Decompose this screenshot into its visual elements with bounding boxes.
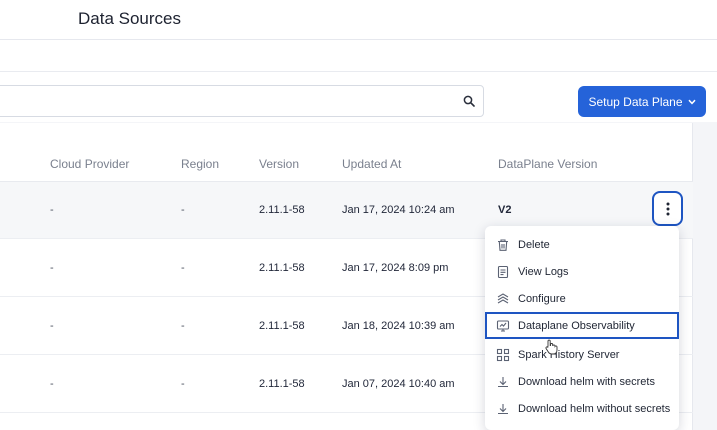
menu-item-dataplane-observability[interactable]: Dataplane Observability <box>485 312 679 339</box>
setup-data-plane-button[interactable]: Setup Data Plane <box>578 86 706 117</box>
menu-item-label: View Logs <box>518 265 569 278</box>
page-title: Data Sources <box>78 9 181 28</box>
menu-item-label: Configure <box>518 292 566 305</box>
chevron-down-icon <box>687 99 696 104</box>
cell-region: - <box>181 262 185 274</box>
menu-item-label: Dataplane Observability <box>518 319 635 332</box>
search-box[interactable] <box>0 85 484 117</box>
cell-updated-at: Jan 18, 2024 10:39 am <box>342 320 455 332</box>
cell-dataplane-version: V2 <box>498 204 512 216</box>
cell-version: 2.11.1-58 <box>259 320 305 332</box>
search-icon[interactable] <box>463 95 475 107</box>
search-input[interactable] <box>5 86 445 116</box>
menu-item-delete[interactable]: Delete <box>485 231 679 258</box>
layers-icon <box>497 292 509 303</box>
cell-version: 2.11.1-58 <box>259 378 305 390</box>
cell-region: - <box>181 204 185 216</box>
setup-data-plane-label: Setup Data Plane <box>588 94 683 109</box>
menu-item-spark-history-server[interactable]: Spark History Server <box>485 341 679 368</box>
cell-updated-at: Jan 07, 2024 10:40 am <box>342 378 455 390</box>
column-header-version[interactable]: Version <box>259 157 299 171</box>
download-icon <box>498 376 508 387</box>
cell-region: - <box>181 320 185 332</box>
cell-updated-at: Jan 17, 2024 8:09 pm <box>342 262 449 274</box>
cell-cloud-provider: - <box>50 378 54 390</box>
menu-item-label: Delete <box>518 238 550 251</box>
row-actions-button[interactable] <box>652 191 683 226</box>
cell-cloud-provider: - <box>50 204 54 216</box>
more-vertical-icon <box>666 202 669 215</box>
monitor-icon <box>496 319 510 332</box>
download-icon <box>498 403 508 414</box>
cell-updated-at: Jan 17, 2024 10:24 am <box>342 204 455 216</box>
nodes-icon <box>496 348 510 361</box>
column-header-region[interactable]: Region <box>181 157 219 171</box>
trash-icon <box>498 238 508 251</box>
menu-item-download-helm-with-secrets[interactable]: Download helm with secrets <box>485 368 679 395</box>
column-header-cloud-provider[interactable]: Cloud Provider <box>50 157 129 171</box>
row-actions-menu: Delete View Logs Configure Dataplane Obs… <box>485 226 679 430</box>
document-icon <box>497 265 509 278</box>
menu-item-label: Download helm with secrets <box>518 375 655 388</box>
menu-item-configure[interactable]: Configure <box>485 285 679 312</box>
cell-cloud-provider: - <box>50 262 54 274</box>
menu-item-download-helm-without-secrets[interactable]: Download helm without secrets <box>485 395 679 422</box>
column-header-updated-at[interactable]: Updated At <box>342 157 401 171</box>
sub-header <box>0 40 717 72</box>
column-header-dataplane-version[interactable]: DataPlane Version <box>498 157 597 171</box>
pointer-cursor-icon <box>545 339 558 355</box>
cell-region: - <box>181 378 185 390</box>
menu-item-view-logs[interactable]: View Logs <box>485 258 679 285</box>
cell-cloud-provider: - <box>50 320 54 332</box>
menu-item-label: Spark History Server <box>518 348 620 361</box>
cell-version: 2.11.1-58 <box>259 262 305 274</box>
top-bar: Data Sources <box>0 0 717 40</box>
cell-version: 2.11.1-58 <box>259 204 305 216</box>
menu-item-label: Download helm without secrets <box>518 402 671 415</box>
